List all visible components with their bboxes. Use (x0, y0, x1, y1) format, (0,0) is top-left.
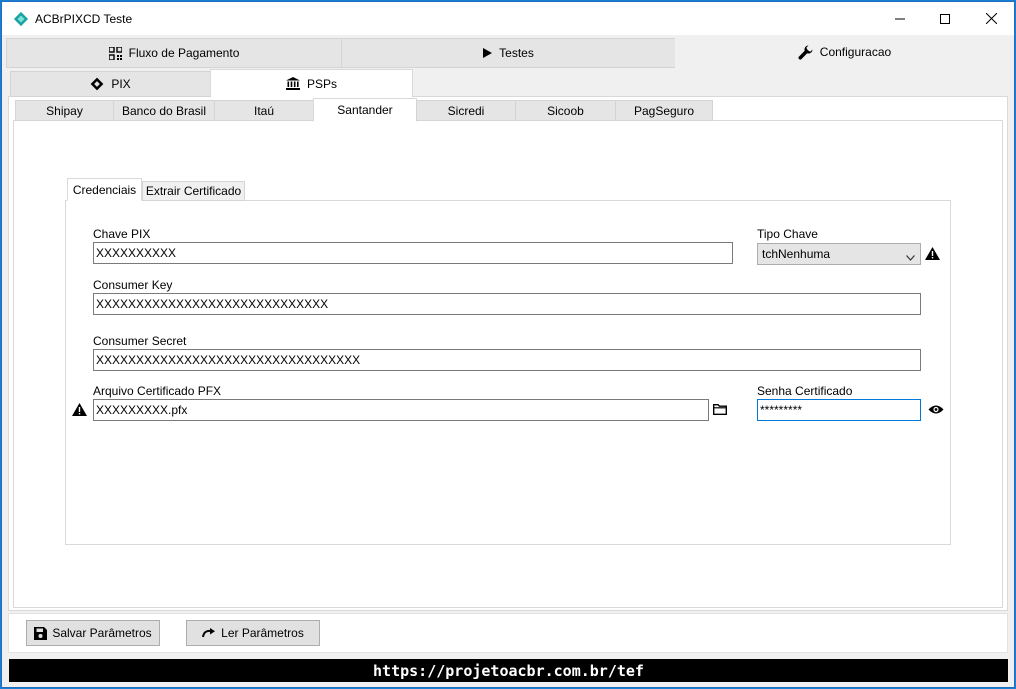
warning-icon (72, 403, 87, 419)
minimize-button[interactable] (877, 2, 923, 35)
tab-label: Extrair Certificado (145, 184, 242, 198)
tab-label: Fluxo de Pagamento (128, 46, 240, 60)
app-window: ACBrPIXCD Teste Fluxo de Pagamento Teste… (1, 1, 1015, 688)
arquivo-certificado-label: Arquivo Certificado PFX (93, 384, 222, 398)
salvar-parametros-label: Salvar Parâmetros (52, 626, 152, 640)
senha-certificado-input[interactable]: ********* (757, 399, 921, 421)
window-title: ACBrPIXCD Teste (35, 12, 133, 26)
tab-testes[interactable]: Testes (341, 38, 676, 68)
warning-icon (925, 247, 940, 263)
footer-link[interactable]: https://projetoacbr.com.br/tef (9, 659, 1008, 682)
consumer-key-input[interactable]: XXXXXXXXXXXXXXXXXXXXXXXXXXXXX (93, 293, 921, 315)
consumer-secret-label: Consumer Secret (93, 334, 187, 348)
tab-label: Shipay (46, 103, 83, 118)
tab-label: PagSeguro (633, 103, 695, 118)
acbr-diamond-icon (13, 11, 29, 27)
consumer-key-label: Consumer Key (93, 278, 173, 292)
ler-parametros-label: Ler Parâmetros (221, 626, 304, 640)
tab-sicoob[interactable]: Sicoob (515, 100, 616, 121)
ler-parametros-button[interactable]: Ler Parâmetros (186, 620, 320, 646)
tab-fluxo-de-pagamento[interactable]: Fluxo de Pagamento (6, 38, 342, 68)
redo-icon (202, 627, 216, 639)
tipo-chave-select[interactable]: tchNenhuma (757, 243, 921, 265)
save-icon (34, 626, 48, 640)
tab-label: Testes (499, 46, 534, 60)
tab-label: Sicredi (447, 103, 485, 118)
eye-icon[interactable] (928, 404, 944, 418)
tab-credenciais[interactable]: Credenciais (67, 178, 142, 201)
qrcode-icon (108, 46, 122, 60)
maximize-button[interactable] (922, 2, 968, 35)
wrench-icon (798, 44, 813, 60)
tab-label: PSPs (306, 76, 337, 91)
tab-santander[interactable]: Santander (313, 98, 417, 122)
tab-sicredi[interactable]: Sicredi (416, 100, 516, 121)
tipo-chave-value: tchNenhuma (762, 247, 831, 261)
tab-shipay[interactable]: Shipay (15, 100, 114, 121)
tab-banco-do-brasil[interactable]: Banco do Brasil (113, 100, 215, 121)
salvar-parametros-button[interactable]: Salvar Parâmetros (26, 620, 160, 646)
tab-label: Sicoob (547, 103, 584, 118)
consumer-secret-input[interactable]: XXXXXXXXXXXXXXXXXXXXXXXXXXXXXXXXX (93, 349, 921, 371)
play-icon (483, 48, 493, 58)
bank-icon (285, 77, 300, 90)
chave-pix-label: Chave PIX (93, 227, 151, 241)
tab-label: Credenciais (72, 182, 137, 197)
tipo-chave-label: Tipo Chave (757, 227, 818, 241)
tab-extrair-certificado[interactable]: Extrair Certificado (142, 181, 245, 201)
title-bar: ACBrPIXCD Teste (2, 2, 1014, 35)
tab-psps[interactable]: PSPs (210, 69, 413, 98)
tab-itau[interactable]: Itaú (214, 100, 314, 121)
chave-pix-input[interactable]: XXXXXXXXXX (93, 242, 733, 264)
tab-configuracao[interactable]: Configuracao (675, 35, 1014, 69)
arquivo-certificado-input[interactable]: XXXXXXXXX.pfx (93, 399, 709, 421)
tab-pix[interactable]: PIX (10, 71, 211, 97)
pix-icon (90, 77, 104, 91)
folder-icon[interactable] (713, 404, 727, 418)
chevron-down-icon (906, 250, 915, 264)
tab-label: Configuracao (819, 45, 892, 59)
tab-label: Itaú (253, 103, 274, 118)
tab-label: PIX (111, 77, 131, 91)
close-button[interactable] (968, 2, 1014, 35)
senha-certificado-label: Senha Certificado (757, 384, 853, 398)
tab-label: Santander (337, 103, 393, 117)
tab-label: Banco do Brasil (121, 103, 207, 118)
tab-pagseguro[interactable]: PagSeguro (615, 100, 713, 121)
